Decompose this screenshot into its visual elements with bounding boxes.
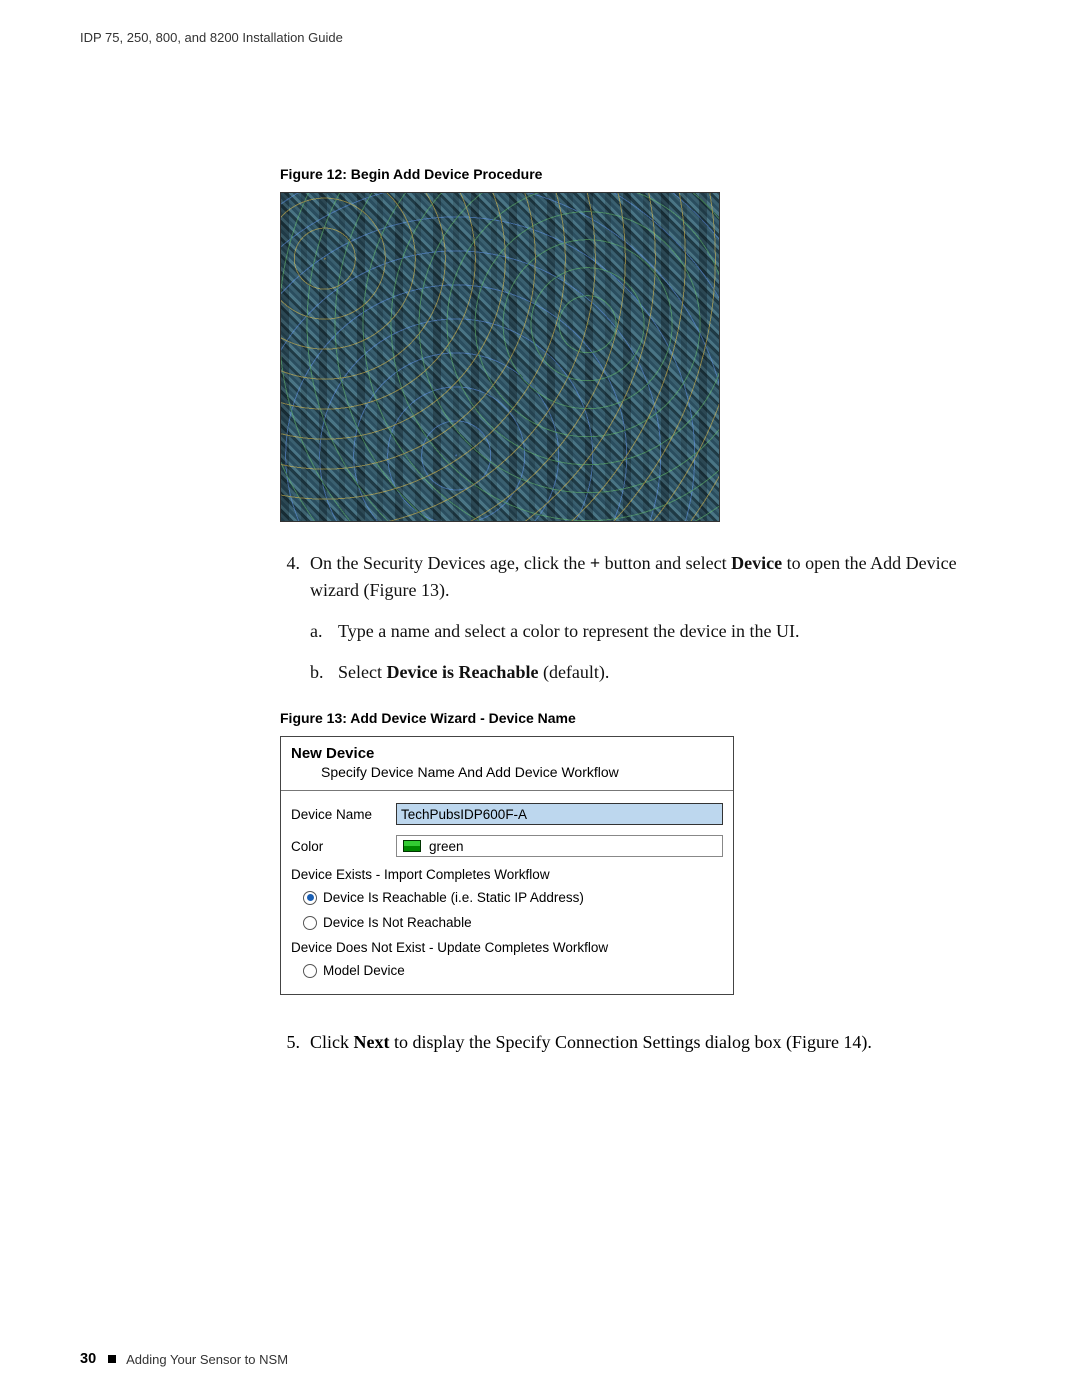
radio-icon xyxy=(303,916,317,930)
step-4b-text: Select Device is Reachable (default). xyxy=(338,659,1000,686)
radio-model-device[interactable]: Model Device xyxy=(303,963,723,978)
step-4a-text: Type a name and select a color to repres… xyxy=(338,618,1000,645)
footer-section-title: Adding Your Sensor to NSM xyxy=(126,1352,288,1367)
radio-model-label: Model Device xyxy=(323,963,405,978)
step-5-bold-next: Next xyxy=(354,1032,390,1052)
figure-12-image xyxy=(280,192,720,522)
radio-icon-selected xyxy=(303,891,317,905)
radio-device-reachable[interactable]: Device Is Reachable (i.e. Static IP Addr… xyxy=(303,890,723,905)
step-5-number: 5. xyxy=(280,1029,310,1056)
color-select[interactable]: green xyxy=(396,835,723,857)
step-4-pre: On the Security Devices age, click the xyxy=(310,553,590,573)
device-name-input[interactable] xyxy=(396,803,723,825)
step-4-mid: button and select xyxy=(600,553,731,573)
section-device-exists: Device Exists - Import Completes Workflo… xyxy=(291,867,723,882)
plus-symbol: + xyxy=(590,553,600,573)
dialog-subtitle: Specify Device Name And Add Device Workf… xyxy=(291,764,723,780)
page-number: 30 xyxy=(80,1351,96,1367)
step-5: 5. Click Next to display the Specify Con… xyxy=(280,1029,1000,1056)
step-4-bold-device: Device xyxy=(731,553,782,573)
color-swatch-icon xyxy=(403,840,421,852)
dialog-title: New Device xyxy=(291,745,723,762)
step-4b-bold: Device is Reachable xyxy=(386,662,538,682)
radio-icon xyxy=(303,964,317,978)
radio-device-not-reachable[interactable]: Device Is Not Reachable xyxy=(303,915,723,930)
doc-title: IDP 75, 250, 800, and 8200 Installation … xyxy=(80,30,343,45)
step-4-text: On the Security Devices age, click the +… xyxy=(310,550,1000,604)
main-content: Figure 12: Begin Add Device Procedure 4.… xyxy=(280,166,1000,1056)
page-header: IDP 75, 250, 800, and 8200 Installation … xyxy=(80,30,343,45)
figure-12-caption: Figure 12: Begin Add Device Procedure xyxy=(280,166,1000,182)
color-label: Color xyxy=(291,839,396,854)
step-5-pre: Click xyxy=(310,1032,354,1052)
step-4b-post: (default). xyxy=(538,662,609,682)
color-value: green xyxy=(429,839,464,854)
section-device-not-exist: Device Does Not Exist - Update Completes… xyxy=(291,940,723,955)
dialog-body: Device Name Color green Device Exists - … xyxy=(281,791,733,994)
page-footer: 30 Adding Your Sensor to NSM xyxy=(80,1351,288,1367)
step-4-number: 4. xyxy=(280,550,310,604)
step-5-text: Click Next to display the Specify Connec… xyxy=(310,1029,1000,1056)
figure-13-caption: Figure 13: Add Device Wizard - Device Na… xyxy=(280,710,1000,726)
new-device-dialog: New Device Specify Device Name And Add D… xyxy=(280,736,734,995)
square-bullet-icon xyxy=(108,1355,116,1363)
step-4b-pre: Select xyxy=(338,662,386,682)
device-name-label: Device Name xyxy=(291,807,396,822)
step-4a-letter: a. xyxy=(310,618,338,645)
radio-reachable-label: Device Is Reachable (i.e. Static IP Addr… xyxy=(323,890,584,905)
step-4: 4. On the Security Devices age, click th… xyxy=(280,550,1000,686)
step-5-post: to display the Specify Connection Settin… xyxy=(389,1032,871,1052)
step-4b-letter: b. xyxy=(310,659,338,686)
radio-not-reachable-label: Device Is Not Reachable xyxy=(323,915,472,930)
dialog-header: New Device Specify Device Name And Add D… xyxy=(281,737,733,791)
